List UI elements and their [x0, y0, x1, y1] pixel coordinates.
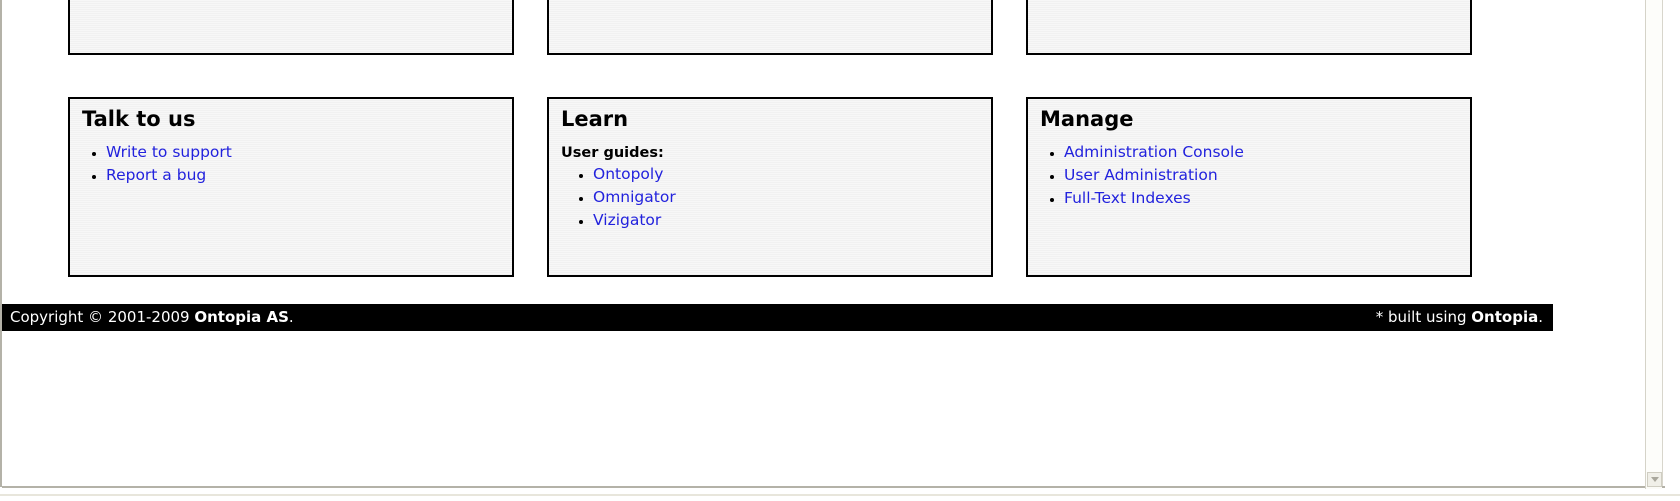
panel-heading-talk-to-us: Talk to us — [82, 107, 196, 131]
list-item: Ontopoly — [593, 163, 979, 185]
footer-built-company: Ontopia — [1471, 308, 1539, 326]
chevron-down-icon — [1650, 477, 1659, 482]
panel-manage: Manage Administration Console User Admin… — [1026, 97, 1472, 277]
panel-top-3 — [1026, 0, 1472, 55]
footer-copyright-suffix: . — [288, 308, 294, 326]
footer-copyright-prefix: Copyright © 2001-2009 — [10, 308, 195, 326]
footer-built-prefix: * built using — [1375, 308, 1472, 326]
footer-copyright-company: Ontopia AS — [194, 308, 289, 326]
list-item: Full-Text Indexes — [1064, 187, 1458, 209]
browser-viewport: Talk to us Write to support Report a bug — [0, 0, 1680, 501]
panel-texture — [70, 0, 512, 53]
list-item: Write to support — [106, 141, 500, 163]
footer-built-using: * built using Ontopia. — [1376, 308, 1543, 326]
vertical-scrollbar[interactable] — [1645, 0, 1662, 489]
window-bottom-edge — [0, 494, 1680, 496]
link-full-text-indexes[interactable]: Full-Text Indexes — [1064, 189, 1191, 207]
footer-bar: Copyright © 2001-2009 Ontopia AS. * buil… — [2, 304, 1553, 331]
frame-bottom-edge — [2, 486, 1665, 488]
panel-texture — [1028, 0, 1470, 53]
panel-learn-content: Learn User guides: Ontopoly Omnigator Vi… — [561, 107, 979, 231]
page-content-frame: Talk to us Write to support Report a bug — [0, 0, 1665, 489]
scrollbar-down-button[interactable] — [1647, 472, 1662, 487]
list-item: Report a bug — [106, 164, 500, 186]
panel-heading-learn: Learn — [561, 107, 629, 131]
panel-learn: Learn User guides: Ontopoly Omnigator Vi… — [547, 97, 993, 277]
label-user-guides: User guides: — [561, 145, 664, 161]
footer-built-suffix: . — [1538, 308, 1543, 326]
panel-manage-content: Manage Administration Console User Admin… — [1040, 107, 1458, 209]
list-item: User Administration — [1064, 164, 1458, 186]
column-2: Learn User guides: Ontopoly Omnigator Vi… — [547, 0, 993, 277]
link-administration-console[interactable]: Administration Console — [1064, 143, 1244, 161]
panel-top-2 — [547, 0, 993, 55]
list-item: Vizigator — [593, 209, 979, 231]
link-report-a-bug[interactable]: Report a bug — [106, 166, 206, 184]
column-1: Talk to us Write to support Report a bug — [68, 0, 514, 277]
link-list-manage: Administration Console User Administrati… — [1040, 141, 1458, 209]
link-user-administration[interactable]: User Administration — [1064, 166, 1218, 184]
link-omnigator[interactable]: Omnigator — [593, 188, 676, 206]
footer-copyright: Copyright © 2001-2009 Ontopia AS. — [10, 308, 294, 326]
panel-texture — [549, 0, 991, 53]
list-item: Administration Console — [1064, 141, 1458, 163]
panel-talk-to-us: Talk to us Write to support Report a bug — [68, 97, 514, 277]
scrollbar-track[interactable] — [1646, 0, 1662, 472]
list-item: Omnigator — [593, 186, 979, 208]
link-vizigator[interactable]: Vizigator — [593, 211, 661, 229]
link-write-to-support[interactable]: Write to support — [106, 143, 232, 161]
link-ontopoly[interactable]: Ontopoly — [593, 165, 663, 183]
link-list-learn: Ontopoly Omnigator Vizigator — [561, 163, 979, 231]
link-list-talk-to-us: Write to support Report a bug — [82, 141, 500, 186]
panel-talk-to-us-content: Talk to us Write to support Report a bug — [82, 107, 500, 186]
panel-heading-manage: Manage — [1040, 107, 1134, 131]
panel-top-1 — [68, 0, 514, 55]
column-3: Manage Administration Console User Admin… — [1026, 0, 1472, 277]
